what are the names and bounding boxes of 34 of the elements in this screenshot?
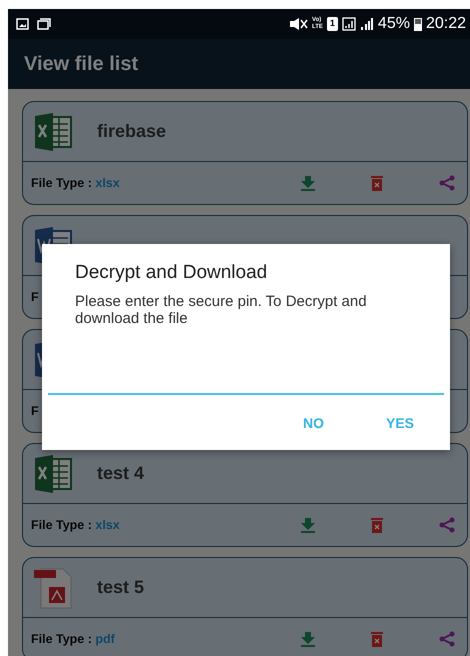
download-icon[interactable] [301,631,315,647]
mute-icon [288,17,308,31]
signal-icon [360,17,374,31]
delete-icon[interactable] [371,517,383,533]
file-type: File Type : xlsx [31,516,120,534]
app-title: View file list [24,52,138,77]
file-type: F [31,288,39,306]
share-icon[interactable] [439,517,455,533]
download-icon[interactable] [301,175,315,191]
file-name: test 5 [97,576,144,599]
file-name: test 4 [97,462,144,485]
delete-icon[interactable] [371,631,383,647]
file-type: File Type : xlsx [31,174,120,192]
file-type: File Type : pdf [31,630,115,648]
sim-indicator: 1 [326,17,338,31]
image-icon [16,18,29,30]
download-icon[interactable] [301,517,315,533]
file-name: firebase [97,120,166,143]
data-signal-icon [342,17,356,31]
file-type: F [31,402,39,420]
dialog-button[interactable]: NO [288,407,338,440]
spreadsheet-icon [33,112,73,152]
dialog-button[interactable]: YES [372,407,428,440]
spreadsheet-icon [33,454,73,494]
battery-percent: 45% [378,14,410,34]
delete-icon[interactable] [371,175,383,191]
pdf-file-icon [33,566,73,608]
gallery-icon [37,18,51,30]
dialog-title: Decrypt and Download [74,262,268,285]
clock: 20:22 [426,14,466,34]
share-icon[interactable] [439,175,455,191]
share-icon[interactable] [439,631,455,647]
dialog-message: Please enter the secure pin. To Decrypt and download the file [74,292,368,328]
battery-icon [414,17,422,31]
